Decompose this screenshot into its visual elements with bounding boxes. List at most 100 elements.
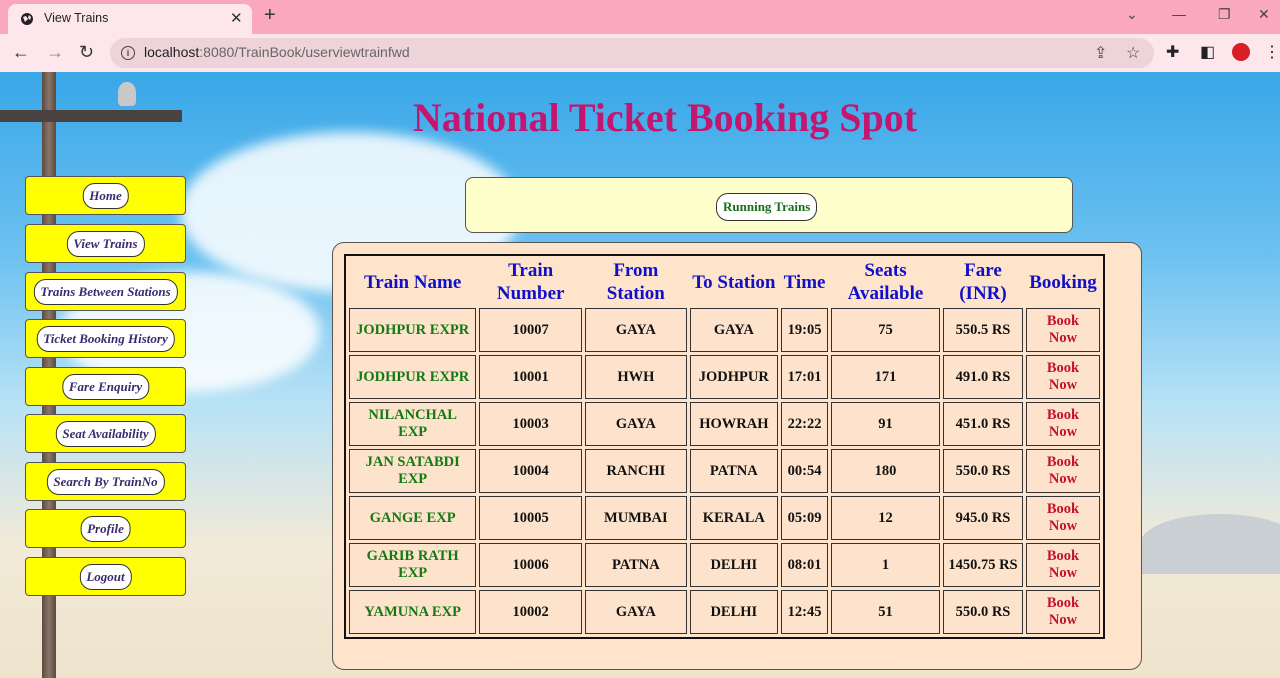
column-header: Train Name bbox=[364, 271, 462, 293]
to-station-cell: HOWRAH bbox=[689, 402, 778, 446]
sidebar-item-label[interactable]: Profile bbox=[80, 515, 131, 542]
sidebar-item-trains-between-stations[interactable]: Trains Between Stations bbox=[25, 272, 186, 311]
book-now-link[interactable]: Book Now bbox=[1026, 355, 1100, 399]
train-number-cell: 10002 bbox=[479, 590, 583, 634]
column-header: Train Number bbox=[496, 260, 565, 304]
tab-title: View Trains bbox=[44, 11, 109, 25]
menu-icon[interactable]: ⋮ bbox=[1264, 42, 1280, 62]
book-now-link[interactable]: Book Now bbox=[1026, 543, 1100, 587]
back-icon[interactable]: ← bbox=[12, 42, 30, 63]
time-cell: 05:09 bbox=[780, 496, 829, 540]
table-header-row: Train Name Train Number From Station To … bbox=[349, 259, 1100, 305]
book-now-link[interactable]: Book Now bbox=[1026, 496, 1100, 540]
page-background: National Ticket Booking Spot Home View T… bbox=[0, 72, 1280, 678]
chevron-down-icon[interactable]: ⌄ bbox=[1126, 6, 1138, 23]
seats-cell: 51 bbox=[831, 590, 940, 634]
url-text: localhost:8080/TrainBook/userviewtrainfw… bbox=[144, 44, 410, 60]
sidebar-item-ticket-booking-history[interactable]: Ticket Booking History bbox=[25, 319, 186, 358]
train-name-cell: YAMUNA EXP bbox=[349, 590, 477, 634]
sidepanel-icon[interactable]: ◧ bbox=[1200, 42, 1215, 62]
sidebar-item-label[interactable]: Logout bbox=[79, 563, 132, 590]
profile-icon[interactable] bbox=[1232, 43, 1250, 61]
time-cell: 22:22 bbox=[780, 402, 829, 446]
column-header: Seats Available bbox=[847, 260, 924, 304]
running-trains-button[interactable]: Running Trains bbox=[716, 193, 818, 221]
seats-cell: 12 bbox=[831, 496, 940, 540]
train-number-cell: 10003 bbox=[479, 402, 583, 446]
window-close-icon[interactable]: ✕ bbox=[1258, 6, 1270, 23]
sidebar-item-label[interactable]: Ticket Booking History bbox=[36, 325, 175, 352]
address-bar[interactable]: i localhost:8080/TrainBook/userviewtrain… bbox=[110, 38, 1154, 68]
table-row: NILANCHAL EXP 10003 GAYA HOWRAH 22:22 91… bbox=[349, 402, 1100, 446]
hill bbox=[1140, 514, 1280, 574]
sidebar-item-label[interactable]: View Trains bbox=[66, 230, 145, 257]
from-station-cell: PATNA bbox=[585, 543, 687, 587]
restore-icon[interactable]: ❐ bbox=[1218, 6, 1231, 23]
table-row: GANGE EXP 10005 MUMBAI KERALA 05:09 12 9… bbox=[349, 496, 1100, 540]
globe-icon bbox=[21, 13, 33, 25]
sidebar-item-label[interactable]: Trains Between Stations bbox=[33, 278, 178, 305]
tab-bar: View Trains ✕ + ⌄ — ❐ ✕ bbox=[0, 0, 1280, 34]
train-number-cell: 10006 bbox=[479, 543, 583, 587]
sidebar-item-profile[interactable]: Profile bbox=[25, 509, 186, 548]
sidebar-item-home[interactable]: Home bbox=[25, 176, 186, 215]
table-row: JAN SATABDI EXP 10004 RANCHI PATNA 00:54… bbox=[349, 449, 1100, 493]
train-number-cell: 10001 bbox=[479, 355, 583, 399]
from-station-cell: RANCHI bbox=[585, 449, 687, 493]
fare-cell: 491.0 RS bbox=[942, 355, 1024, 399]
sidebar-item-search-by-trainno[interactable]: Search By TrainNo bbox=[25, 462, 186, 501]
sidebar-item-label[interactable]: Fare Enquiry bbox=[61, 373, 150, 400]
time-cell: 17:01 bbox=[780, 355, 829, 399]
column-header: Fare (INR) bbox=[959, 260, 1007, 304]
table-row: JODHPUR EXPR 10001 HWH JODHPUR 17:01 171… bbox=[349, 355, 1100, 399]
sidebar-item-label[interactable]: Seat Availability bbox=[55, 420, 156, 447]
to-station-cell: KERALA bbox=[689, 496, 778, 540]
running-trains-box: Running Trains bbox=[465, 177, 1073, 233]
sidebar-item-seat-availability[interactable]: Seat Availability bbox=[25, 414, 186, 453]
forward-icon[interactable]: → bbox=[46, 42, 64, 63]
book-now-link[interactable]: Book Now bbox=[1026, 590, 1100, 634]
minimize-icon[interactable]: — bbox=[1172, 6, 1186, 22]
train-name-cell: GANGE EXP bbox=[349, 496, 477, 540]
plus-icon[interactable]: + bbox=[264, 4, 276, 27]
train-number-cell: 10004 bbox=[479, 449, 583, 493]
from-station-cell: MUMBAI bbox=[585, 496, 687, 540]
star-icon[interactable]: ☆ bbox=[1126, 43, 1140, 63]
column-header: Time bbox=[783, 271, 826, 293]
train-name-cell: JODHPUR EXPR bbox=[349, 355, 477, 399]
from-station-cell: GAYA bbox=[585, 590, 687, 634]
fare-cell: 550.0 RS bbox=[942, 449, 1024, 493]
book-now-link[interactable]: Book Now bbox=[1026, 308, 1100, 352]
close-icon[interactable]: ✕ bbox=[230, 9, 243, 27]
train-number-cell: 10005 bbox=[479, 496, 583, 540]
sidebar-item-label[interactable]: Search By TrainNo bbox=[46, 468, 165, 495]
train-number-cell: 10007 bbox=[479, 308, 583, 352]
info-icon[interactable]: i bbox=[121, 46, 135, 60]
seats-cell: 1 bbox=[831, 543, 940, 587]
sidebar-item-logout[interactable]: Logout bbox=[25, 557, 186, 596]
browser-tab[interactable]: View Trains ✕ bbox=[8, 4, 252, 34]
fare-cell: 550.5 RS bbox=[942, 308, 1024, 352]
sidebar-item-view-trains[interactable]: View Trains bbox=[25, 224, 186, 263]
trains-table-frame: Train Name Train Number From Station To … bbox=[344, 254, 1105, 639]
book-now-link[interactable]: Book Now bbox=[1026, 402, 1100, 446]
puzzle-icon[interactable]: ✚ bbox=[1166, 42, 1179, 62]
seats-cell: 91 bbox=[831, 402, 940, 446]
browser-toolbar: ← → ↻ i localhost:8080/TrainBook/uservie… bbox=[0, 34, 1280, 72]
book-now-link[interactable]: Book Now bbox=[1026, 449, 1100, 493]
site-title: National Ticket Booking Spot bbox=[412, 95, 918, 140]
fare-cell: 1450.75 RS bbox=[942, 543, 1024, 587]
to-station-cell: JODHPUR bbox=[689, 355, 778, 399]
column-header: To Station bbox=[692, 271, 776, 293]
table-row: JODHPUR EXPR 10007 GAYA GAYA 19:05 75 55… bbox=[349, 308, 1100, 352]
fare-cell: 945.0 RS bbox=[942, 496, 1024, 540]
table-row: YAMUNA EXP 10002 GAYA DELHI 12:45 51 550… bbox=[349, 590, 1100, 634]
sidebar-item-label[interactable]: Home bbox=[82, 182, 129, 209]
train-name-cell: JAN SATABDI EXP bbox=[349, 449, 477, 493]
reload-icon[interactable]: ↻ bbox=[79, 42, 94, 63]
time-cell: 08:01 bbox=[780, 543, 829, 587]
share-icon[interactable]: ⇪ bbox=[1094, 43, 1107, 63]
fare-cell: 451.0 RS bbox=[942, 402, 1024, 446]
sidebar-item-fare-enquiry[interactable]: Fare Enquiry bbox=[25, 367, 186, 406]
from-station-cell: GAYA bbox=[585, 308, 687, 352]
